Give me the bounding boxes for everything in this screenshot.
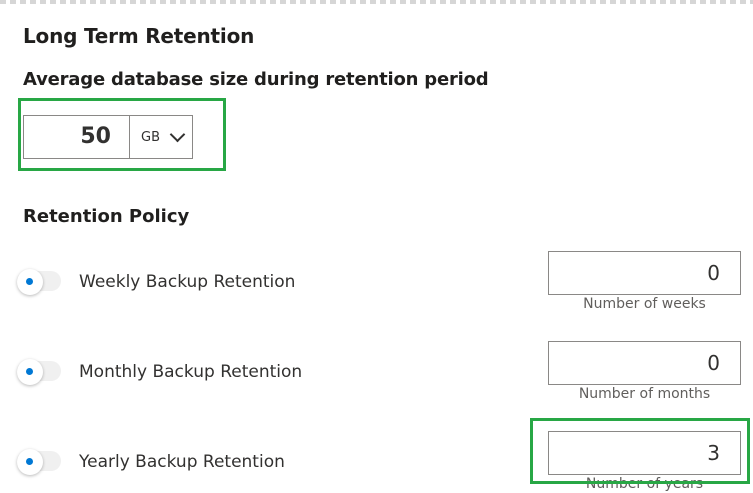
monthly-retention-label: Monthly Backup Retention	[79, 362, 303, 382]
months-caption: Number of months	[578, 386, 711, 402]
unit-select-value: GB	[141, 129, 160, 145]
weeks-input[interactable]: 0	[548, 251, 741, 295]
weeks-caption: Number of weeks	[583, 296, 706, 312]
weekly-retention-toggle[interactable]	[17, 269, 61, 295]
chevron-down-icon	[169, 126, 186, 143]
weekly-retention-label: Weekly Backup Retention	[79, 272, 296, 292]
toggle-knob	[17, 449, 43, 475]
yearly-retention-label: Yearly Backup Retention	[79, 452, 285, 472]
unit-select[interactable]: GB	[130, 116, 192, 158]
retention-policy-label: Retention Policy	[23, 206, 190, 227]
toggle-knob	[17, 269, 43, 295]
db-size-label: Average database size during retention p…	[23, 69, 489, 90]
monthly-retention-toggle[interactable]	[17, 359, 61, 385]
years-input-highlight	[530, 418, 750, 484]
months-input[interactable]: 0	[548, 341, 741, 385]
toggle-knob	[17, 359, 43, 385]
db-size-input-group: 50 GB	[23, 115, 193, 159]
top-divider	[0, 0, 753, 4]
section-title: Long Term Retention	[23, 24, 255, 48]
yearly-retention-toggle[interactable]	[17, 449, 61, 475]
db-size-input[interactable]: 50	[24, 116, 130, 158]
